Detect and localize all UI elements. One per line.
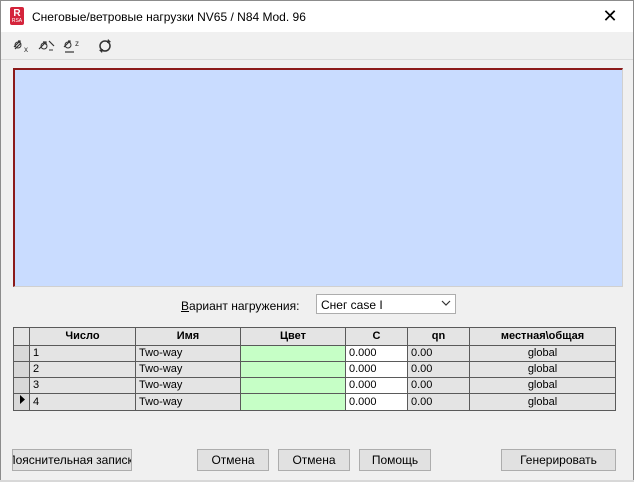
row-selector-current[interactable] — [13, 393, 30, 411]
cell-color[interactable] — [240, 393, 346, 411]
refresh-button[interactable] — [95, 37, 115, 55]
help-button[interactable]: Помощь — [359, 449, 431, 471]
notes-button-label: Пояснительная записка — [12, 453, 132, 467]
column-header-qn[interactable]: qn — [407, 327, 470, 346]
cell-name[interactable]: Two-way — [135, 361, 241, 378]
column-header-number[interactable]: Число — [29, 327, 136, 346]
cell-qn[interactable]: 0.00 — [407, 345, 470, 362]
notes-button[interactable]: Пояснительная записка — [12, 449, 132, 471]
row-selector[interactable] — [13, 361, 30, 378]
toolbar-separator — [1, 59, 633, 60]
variant-select-value: Снег case I — [321, 298, 383, 312]
dialog-window: R RSA Снеговые/ветровые нагрузки NV65 / … — [0, 0, 634, 482]
load-arrow-z-button[interactable]: z — [62, 37, 82, 55]
current-row-arrow-icon — [19, 395, 25, 404]
window-title: Снеговые/ветровые нагрузки NV65 / N84 Mo… — [32, 10, 306, 24]
generate-button[interactable]: Генерировать — [501, 449, 616, 471]
cancel-button-2[interactable]: Отмена — [278, 449, 350, 471]
app-icon-sub: RSA — [11, 18, 23, 24]
cell-color[interactable] — [240, 361, 346, 378]
table-row: 4 Two-way 0.000 0.00 global — [13, 393, 616, 411]
cell-c[interactable]: 0.000 — [345, 377, 408, 394]
cell-number[interactable]: 3 — [29, 377, 136, 394]
cell-qn[interactable]: 0.00 — [407, 377, 470, 394]
row-selector[interactable] — [13, 377, 30, 394]
variant-label-text: ариант нагружения: — [189, 299, 300, 313]
cell-qn[interactable]: 0.00 — [407, 393, 470, 411]
row-selector-header — [13, 327, 30, 346]
close-icon: ✕ — [602, 6, 618, 26]
toolbar: x z — [1, 33, 633, 59]
cell-c[interactable]: 0.000 — [345, 393, 408, 411]
cell-name[interactable]: Two-way — [135, 377, 241, 394]
variant-select[interactable]: Снег case I — [316, 294, 456, 314]
table-row: 1 Two-way 0.000 0.00 global — [13, 345, 616, 362]
cell-color[interactable] — [240, 345, 346, 362]
variant-label-mnemonic: В — [181, 299, 190, 313]
table-header-row: Число Имя Цвет C qn местная\общая — [13, 327, 616, 346]
cell-scope[interactable]: global — [469, 377, 616, 394]
load-arrow-edit-icon — [38, 40, 55, 51]
cell-scope[interactable]: global — [469, 393, 616, 411]
cell-number[interactable]: 1 — [29, 345, 136, 362]
variant-label: Вариант нагружения: — [181, 299, 299, 313]
row-selector[interactable] — [13, 345, 30, 362]
cell-qn[interactable]: 0.00 — [407, 361, 470, 378]
cell-name[interactable]: Two-way — [135, 393, 241, 411]
cancel-button[interactable]: Отмена — [197, 449, 269, 471]
cell-number[interactable]: 2 — [29, 361, 136, 378]
column-header-c[interactable]: C — [345, 327, 408, 346]
table-row: 2 Two-way 0.000 0.00 global — [13, 361, 616, 378]
column-header-name[interactable]: Имя — [135, 327, 241, 346]
chevron-down-icon — [441, 298, 451, 311]
table-row: 3 Two-way 0.000 0.00 global — [13, 377, 616, 394]
refresh-icon — [99, 39, 111, 53]
svg-text:x: x — [24, 45, 28, 54]
load-arrow-z-icon: z — [63, 39, 79, 53]
column-header-color[interactable]: Цвет — [240, 327, 346, 346]
cell-name[interactable]: Two-way — [135, 345, 241, 362]
title-bar: R RSA Снеговые/ветровые нагрузки NV65 / … — [1, 1, 633, 32]
svg-text:z: z — [75, 39, 79, 48]
close-button[interactable]: ✕ — [587, 1, 633, 32]
load-arrow-x-icon: x — [13, 40, 28, 54]
cell-scope[interactable]: global — [469, 345, 616, 362]
cell-c[interactable]: 0.000 — [345, 361, 408, 378]
cell-c[interactable]: 0.000 — [345, 345, 408, 362]
graphic-view[interactable] — [13, 68, 623, 287]
column-header-scope[interactable]: местная\общая — [469, 327, 616, 346]
loads-table: Число Имя Цвет C qn местная\общая 1 Two-… — [13, 327, 616, 411]
cell-number[interactable]: 4 — [29, 393, 136, 411]
cell-color[interactable] — [240, 377, 346, 394]
load-arrow-edit-button[interactable] — [37, 37, 57, 55]
load-arrow-x-button[interactable]: x — [12, 37, 32, 55]
app-icon: R RSA — [10, 7, 24, 25]
cell-scope[interactable]: global — [469, 361, 616, 378]
